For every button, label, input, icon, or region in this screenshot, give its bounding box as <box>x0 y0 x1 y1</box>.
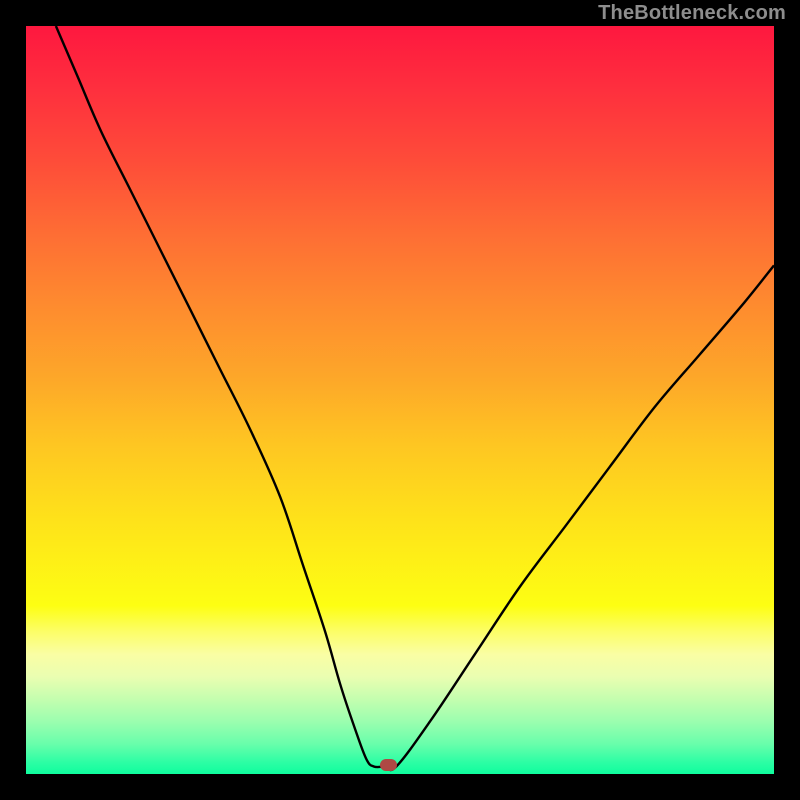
plot-area <box>26 26 774 774</box>
chart-container: TheBottleneck.com <box>0 0 800 800</box>
marker-dot <box>380 759 397 771</box>
watermark-label: TheBottleneck.com <box>598 2 786 25</box>
bottleneck-curve <box>26 26 774 774</box>
curve-path <box>56 26 774 770</box>
